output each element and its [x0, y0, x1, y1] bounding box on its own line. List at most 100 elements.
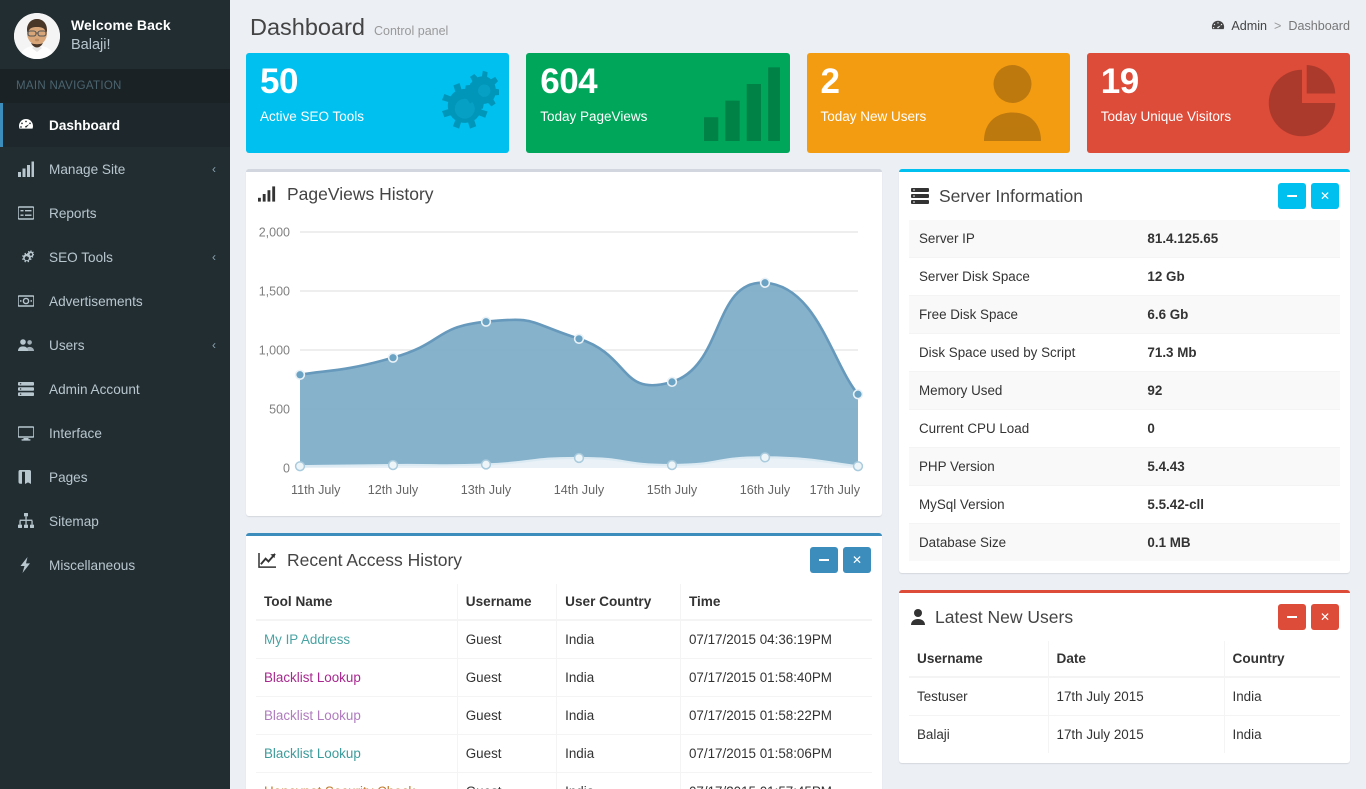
pageviews-box-title: PageViews History: [258, 184, 434, 205]
close-button[interactable]: ✕: [1311, 183, 1339, 209]
dashboard-icon: [18, 117, 40, 133]
sidebar-item-pages[interactable]: Pages: [0, 455, 230, 499]
table-row: Disk Space used by Script 71.3 Mb: [909, 333, 1340, 372]
tool-name-cell: My IP Address: [256, 619, 458, 659]
pageviews-chart[interactable]: 0 500 1,000 1,500 2,000 11th July 12th July 13t…: [246, 216, 882, 516]
sidebar-item-reports[interactable]: Reports: [0, 191, 230, 235]
column-header: Username: [909, 641, 1049, 678]
server-info-key: Server IP: [919, 231, 975, 246]
bar-chart-icon: [18, 161, 40, 177]
column-header: User Country: [556, 584, 681, 621]
breadcrumb: Admin > Dashboard: [1211, 19, 1350, 33]
table-row: Blacklist Lookup Guest India 07/17/2015 01:…: [256, 658, 872, 697]
svg-text:15th July: 15th July: [647, 483, 698, 497]
recent-access-box-body: Tool Name Username User Country Time My IP …: [246, 584, 882, 789]
server-info-table: Server IP 81.4.125.65 Server Disk Space 12 …: [909, 220, 1340, 561]
username-cell: Guest: [457, 734, 558, 773]
recent-access-history-box: Recent Access History ✕ Tool Name Usernam…: [246, 533, 882, 789]
time-cell: 07/17/2015 01:58:06PM: [680, 734, 872, 773]
close-icon: ✕: [851, 553, 863, 567]
server-info-key: Database Size: [909, 523, 1138, 561]
stat-box-today-unique-visitors[interactable]: 19 Today Unique Visitors: [1086, 53, 1350, 153]
close-button[interactable]: ✕: [1311, 604, 1339, 630]
sidebar-item-label: Dashboard: [49, 117, 121, 133]
username-cell: Balaji: [909, 715, 1049, 753]
bar-chart-icon: [703, 65, 780, 141]
recent-access-box-title: Recent Access History: [258, 550, 462, 571]
content-header: Dashboard Control panel Admin > Dashboar…: [246, 0, 1350, 53]
minus-icon: [1287, 616, 1297, 618]
latest-users-box-header: Latest New Users ✕: [899, 593, 1350, 641]
sidebar-item-sitemap[interactable]: Sitemap: [0, 499, 230, 543]
latest-new-users-box: Latest New Users ✕ Username Date Country T…: [899, 590, 1350, 763]
sidebar-item-miscellaneous[interactable]: Miscellaneous: [0, 543, 230, 587]
tool-link[interactable]: Blacklist Lookup: [264, 670, 361, 685]
svg-text:17th July: 17th July: [810, 483, 861, 497]
tool-link[interactable]: Honeypot Security Check: [264, 784, 415, 789]
username-cell: Guest: [457, 619, 558, 659]
nav-section-header: MAIN NAVIGATION: [0, 69, 230, 103]
table-row: Honeypot Security Check GuestIndia07/17/2…: [256, 772, 872, 789]
minimize-button[interactable]: [1278, 604, 1306, 630]
minimize-button[interactable]: [1278, 183, 1306, 209]
pageviews-history-box: PageViews History 0 500 1,000 1,500 2,000 11t…: [246, 169, 882, 516]
sidebar-item-label: Pages: [49, 469, 88, 485]
sidebar-item-label: Sitemap: [49, 513, 99, 529]
pie-chart-icon: [1264, 65, 1340, 141]
tool-link[interactable]: My IP Address: [264, 632, 350, 647]
stat-box-today-pageviews[interactable]: 604 Today PageViews: [526, 53, 790, 153]
table-header-row: Username Date Country: [909, 641, 1340, 678]
dashboard-icon: [1211, 19, 1225, 33]
server-info-value: 6.6 Gb: [1137, 295, 1340, 334]
country-cell: India: [556, 772, 681, 789]
pageviews-box-header: PageViews History: [246, 172, 882, 216]
sidebar-item-advertisements[interactable]: Advertisements: [0, 279, 230, 323]
server-info-value: 81.4.125.65: [1147, 231, 1219, 246]
list-alt-icon: [18, 205, 40, 221]
stat-box-active-seo-tools[interactable]: 50 Active SEO Tools: [246, 53, 510, 153]
recent-access-box-header: Recent Access History ✕: [246, 536, 882, 584]
sidebar: Welcome Back Balaji! MAIN NAVIGATION Das…: [0, 0, 230, 789]
server-info-value: 92: [1137, 371, 1340, 410]
sidebar-item-seo-tools[interactable]: SEO Tools ‹: [0, 235, 230, 279]
sidebar-item-label: Advertisements: [49, 293, 143, 309]
svg-text:1,000: 1,000: [259, 344, 290, 358]
minus-icon: [819, 559, 829, 561]
server-info-box-body: Server IP 81.4.125.65 Server Disk Space 12 …: [899, 220, 1350, 573]
sidebar-item-dashboard[interactable]: Dashboard: [0, 103, 230, 147]
line-chart-icon: [258, 552, 277, 569]
sidebar-item-label: Reports: [49, 205, 97, 221]
server-info-value: 0: [1137, 409, 1340, 448]
sidebar-item-manage-site[interactable]: Manage Site ‹: [0, 147, 230, 191]
close-icon: ✕: [1319, 610, 1331, 624]
sidebar-item-admin-account[interactable]: Admin Account: [0, 367, 230, 411]
table-row: Balaji 17th July 2015 India: [909, 715, 1340, 753]
sidebar-item-label: SEO Tools: [49, 249, 113, 265]
user-plus-icon: [983, 65, 1060, 141]
server-info-key: Memory Used: [909, 371, 1138, 410]
sidebar-item-label: Interface: [49, 425, 102, 441]
stat-box-today-new-users[interactable]: 2 Today New Users: [806, 53, 1070, 153]
close-button[interactable]: ✕: [843, 547, 871, 573]
avatar-image: [14, 12, 60, 59]
server-info-value: 12 Gb: [1137, 257, 1340, 296]
table-row: MySql Version 5.5.42-cll: [909, 485, 1340, 524]
column-header: Time: [680, 584, 872, 621]
svg-text:13th July: 13th July: [461, 483, 512, 497]
table-row: Blacklist Lookup Guest India 07/17/2015 01:…: [256, 696, 872, 735]
minimize-button[interactable]: [810, 547, 838, 573]
server-icon: [18, 381, 40, 397]
sidebar-item-users[interactable]: Users ‹: [0, 323, 230, 367]
avatar[interactable]: [14, 12, 60, 59]
tool-link[interactable]: Blacklist Lookup: [264, 746, 361, 761]
main-grid: PageViews History 0 500 1,000 1,500 2,000 11t…: [246, 169, 1350, 789]
breadcrumb-root[interactable]: Admin: [1231, 19, 1267, 33]
column-header: Date: [1048, 641, 1225, 678]
sitemap-icon: [18, 513, 40, 529]
pageviews-chart-svg[interactable]: 0 500 1,000 1,500 2,000 11th July 12th July 13t…: [252, 220, 866, 510]
sidebar-item-interface[interactable]: Interface: [0, 411, 230, 455]
tool-name-cell: Blacklist Lookup: [256, 734, 458, 773]
server-info-key: Server Disk Space: [909, 257, 1138, 296]
latest-users-box-title: Latest New Users: [911, 607, 1073, 628]
tool-link[interactable]: Blacklist Lookup: [264, 708, 361, 723]
